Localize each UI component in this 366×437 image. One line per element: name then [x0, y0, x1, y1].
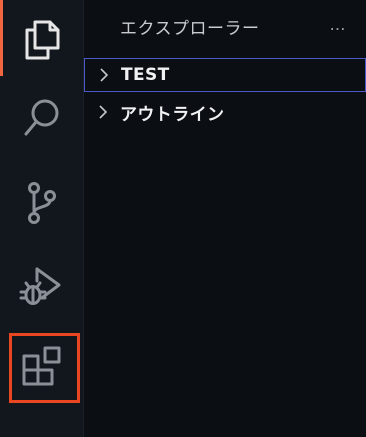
ellipsis-icon: …	[329, 14, 347, 34]
sidebar-title: エクスプローラー	[120, 19, 260, 39]
section-label: アウトライン	[120, 104, 225, 125]
activity-source-control[interactable]	[0, 163, 84, 243]
activity-search[interactable]	[0, 78, 84, 158]
run-debug-icon	[19, 267, 61, 305]
vscode-window: エクスプローラー … TEST アウトライン	[0, 0, 366, 437]
more-actions-button[interactable]: …	[324, 10, 352, 38]
source-control-icon	[28, 182, 56, 224]
activity-extensions[interactable]	[0, 328, 84, 408]
section-test[interactable]: TEST	[84, 58, 366, 92]
section-label: TEST	[121, 65, 170, 85]
activity-explorer[interactable]	[0, 0, 84, 80]
sidebar-header: エクスプローラー …	[84, 0, 366, 52]
activity-run-debug[interactable]	[0, 246, 84, 326]
files-icon	[25, 20, 60, 60]
chevron-right-icon	[92, 101, 114, 123]
activity-bar	[0, 0, 84, 437]
section-outline[interactable]: アウトライン	[84, 95, 366, 129]
extensions-icon	[22, 346, 61, 386]
explorer-sidebar: エクスプローラー … TEST アウトライン	[84, 0, 366, 437]
search-icon	[24, 99, 59, 136]
chevron-right-icon	[93, 64, 115, 86]
